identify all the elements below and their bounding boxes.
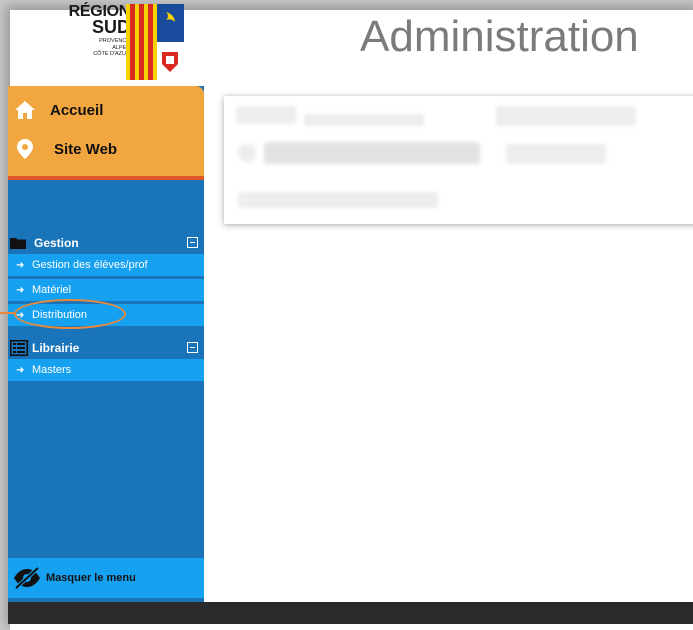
map-pin-icon (17, 139, 33, 159)
blurred-content (238, 144, 256, 162)
page-title: Administration (360, 12, 639, 61)
highlight-pointer (0, 312, 16, 314)
blurred-content (496, 106, 636, 126)
blurred-content (238, 192, 438, 208)
menu-item-site-web[interactable]: Site Web (14, 138, 117, 160)
menu-item-site-web-label: Site Web (54, 140, 118, 158)
region-sud-logo: RÉGION SUD PROVENCE ALPES CÔTE D'AZUR (30, 0, 190, 84)
footer-bar (8, 602, 693, 624)
section-gestion-label: Gestion (34, 236, 79, 250)
menu-item-label: Matériel (32, 284, 72, 296)
collapse-gestion-icon[interactable] (187, 237, 198, 248)
blurred-content (264, 142, 480, 164)
arrow-right-icon: ➜ (16, 259, 25, 271)
arrow-right-icon: ➜ (16, 364, 25, 376)
menu-item-gestion-eleves[interactable]: ➜ Gestion des élèves/prof (8, 254, 204, 276)
home-icon (15, 101, 35, 119)
eye-slash-icon (14, 567, 40, 589)
section-librairie-label: Librairie (32, 341, 80, 355)
arrow-right-icon: ➜ (16, 284, 25, 296)
blurred-content (506, 144, 606, 164)
distribution-highlight (14, 299, 126, 329)
menu-item-label: Gestion des élèves/prof (32, 259, 148, 271)
blurred-content (236, 106, 296, 124)
sidebar: Accueil Site Web Gestion ➜ Gestion des é… (8, 86, 204, 606)
menu-item-label: Masters (32, 364, 72, 376)
menu-item-masters[interactable]: ➜ Masters (8, 359, 204, 381)
list-icon (10, 340, 28, 356)
collapse-librairie-icon[interactable] (187, 342, 198, 353)
blurred-content (304, 114, 424, 126)
section-librairie[interactable]: Librairie (8, 337, 204, 359)
section-gestion[interactable]: Gestion (8, 232, 204, 254)
folder-icon (10, 238, 26, 249)
top-menu: Accueil Site Web (8, 86, 204, 180)
logo-text-cote: CÔTE D'AZUR (93, 51, 130, 57)
menu-item-materiel[interactable]: ➜ Matériel (8, 279, 204, 301)
logo-text-sud: SUD (91, 17, 130, 37)
content-card (224, 96, 693, 224)
menu-item-accueil-label: Accueil (50, 101, 104, 119)
hide-menu-button[interactable]: Masquer le menu (8, 558, 204, 598)
hide-menu-label: Masquer le menu (46, 572, 136, 584)
menu-item-accueil[interactable]: Accueil (14, 100, 103, 120)
region-flag-icon (126, 4, 184, 80)
